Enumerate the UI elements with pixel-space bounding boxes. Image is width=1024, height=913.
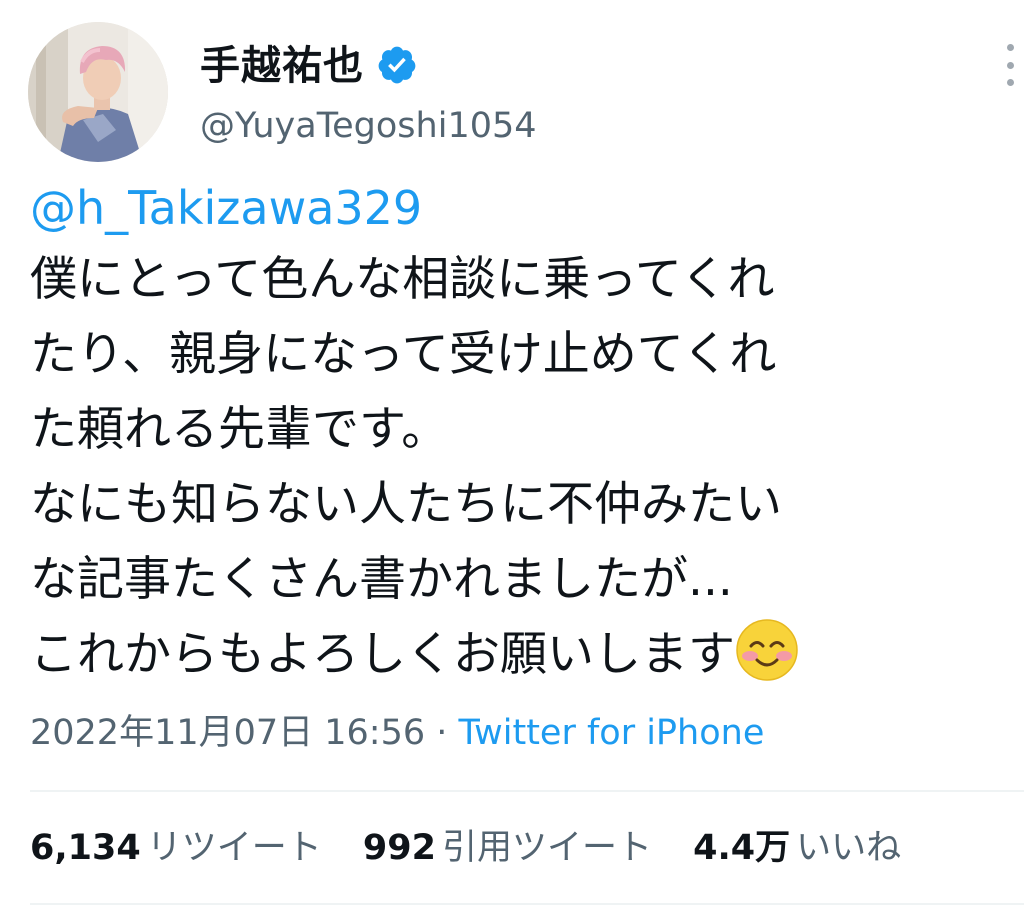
- meta-separator: ·: [425, 713, 459, 753]
- user-handle[interactable]: @YuyaTegoshi1054: [200, 102, 537, 150]
- tweet-text: 僕にとって色んな相談に乗ってくれ たり、親身になって受け止めてくれ た頼れる先輩…: [30, 242, 1020, 692]
- quotes-count: 992: [362, 828, 436, 868]
- tweet-line: 僕にとって色んな相談に乗ってくれ: [30, 252, 775, 307]
- quotes-label: 引用ツイート: [441, 828, 652, 868]
- tweet-line-last: これからもよろしくお願いします: [30, 617, 1020, 692]
- more-options-icon[interactable]: [996, 38, 1024, 92]
- likes-stat[interactable]: 4.4万 いいね: [693, 820, 901, 876]
- avatar-photo: [28, 22, 168, 162]
- tweet-source-link[interactable]: Twitter for iPhone: [459, 713, 765, 753]
- tweet-line: なにも知らない人たちに不仲みたい: [30, 477, 782, 532]
- verified-badge-icon: [378, 46, 416, 84]
- likes-count: 4.4万: [693, 828, 791, 868]
- tweet-detail: 手越祐也 @YuyaTegoshi1054 @h_Takizawa329 僕にと…: [0, 0, 1024, 913]
- tweet-stats: 6,134 リツイート 992 引用ツイート 4.4万 いいね: [30, 820, 931, 876]
- mention-link[interactable]: @h_Takizawa329: [30, 176, 422, 240]
- tweet-line: な記事たくさん書かれましたが...: [30, 552, 733, 607]
- tweet-line-text: これからもよろしくお願いします: [30, 627, 735, 682]
- tweet-line: た頼れる先輩です。: [30, 402, 449, 457]
- likes-label: いいね: [796, 828, 902, 868]
- retweets-label: リツイート: [146, 828, 322, 868]
- avatar[interactable]: [28, 22, 168, 162]
- quotes-stat[interactable]: 992 引用ツイート: [363, 820, 652, 876]
- retweets-stat[interactable]: 6,134 リツイート: [30, 820, 322, 876]
- tweet-meta: 2022年11月07日 16:56 · Twitter for iPhone: [30, 708, 764, 758]
- retweets-count: 6,134: [30, 828, 141, 868]
- divider: [30, 903, 1024, 905]
- divider: [30, 790, 1024, 792]
- tweet-timestamp[interactable]: 2022年11月07日 16:56: [30, 713, 425, 753]
- smiling-face-icon: [736, 619, 798, 681]
- display-name[interactable]: 手越祐也: [200, 38, 364, 94]
- tweet-line: たり、親身になって受け止めてくれ: [30, 327, 777, 382]
